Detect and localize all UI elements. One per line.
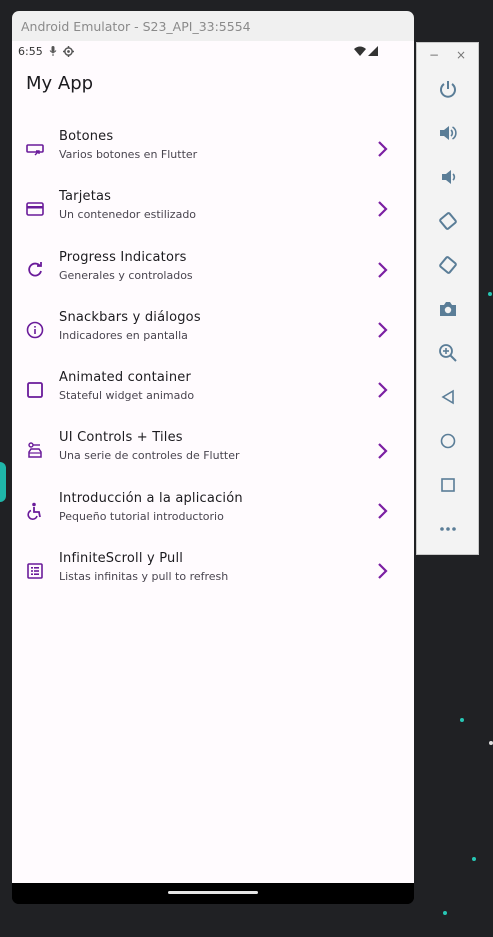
emulator-title-bar[interactable]: Android Emulator - S23_API_33:5554 bbox=[12, 11, 414, 41]
tile-subtitle: Una serie de controles de Flutter bbox=[59, 449, 240, 463]
tile-subtitle: Generales y controlados bbox=[59, 268, 193, 282]
chevron-right-icon bbox=[376, 381, 390, 399]
tile-title: Animated container bbox=[59, 370, 192, 386]
input-icon bbox=[26, 140, 44, 158]
back-button[interactable] bbox=[436, 385, 460, 409]
tile-title: Snackbars y diálogos bbox=[59, 309, 201, 325]
tile-title: Botones bbox=[59, 129, 114, 144]
background-dot bbox=[460, 718, 464, 722]
status-time: 6:55 bbox=[18, 44, 43, 58]
more-button[interactable] bbox=[436, 517, 460, 541]
app-bar-title: My App bbox=[26, 73, 94, 94]
info-icon bbox=[26, 321, 44, 339]
zoom-button[interactable] bbox=[436, 341, 460, 365]
tile-subtitle: Stateful widget animado bbox=[59, 389, 195, 403]
device-screen: 6:55 My App Botones Varios botones en Fl… bbox=[12, 41, 414, 883]
list-tile-botones[interactable]: Botones Varios botones en Flutter bbox=[12, 119, 414, 179]
navigation-bar bbox=[12, 883, 414, 904]
rotate-left-icon bbox=[437, 210, 459, 232]
car-rental-icon bbox=[26, 441, 44, 460]
list-tile-progress-indicators[interactable]: Progress Indicators Generales y controla… bbox=[12, 240, 414, 300]
overview-square-icon bbox=[440, 477, 456, 493]
home-button[interactable] bbox=[436, 429, 460, 453]
overview-button[interactable] bbox=[436, 473, 460, 497]
check-box-outline-icon bbox=[26, 381, 44, 399]
chevron-right-icon bbox=[376, 261, 390, 279]
list-tile-animated-container[interactable]: Animated container Stateful widget anima… bbox=[12, 360, 414, 420]
tile-title: Tarjetas bbox=[59, 189, 112, 205]
emulator-window: Android Emulator - S23_API_33:5554 6:55 bbox=[12, 11, 414, 904]
power-button[interactable] bbox=[436, 77, 460, 101]
signal-icon bbox=[368, 46, 378, 56]
wifi-icon bbox=[354, 46, 366, 56]
list-tile-infinite-scroll[interactable]: InfiniteScroll y Pull Listas infinitas y… bbox=[12, 541, 414, 601]
volume-down-button[interactable] bbox=[436, 165, 460, 189]
tile-subtitle: Indicadores en pantalla bbox=[59, 328, 188, 342]
rotate-right-button[interactable] bbox=[436, 253, 460, 277]
list-tile-introduccion[interactable]: Introducción a la aplicación Pequeño tut… bbox=[12, 481, 414, 541]
tile-title: InfiniteScroll y Pull bbox=[59, 551, 184, 567]
settings-icon bbox=[62, 45, 74, 57]
volume-up-button[interactable] bbox=[436, 121, 460, 145]
tile-subtitle: Pequeño tutorial introductorio bbox=[59, 509, 224, 523]
back-triangle-icon bbox=[440, 389, 456, 405]
power-icon bbox=[438, 79, 458, 99]
tile-subtitle: Un contenedor estilizado bbox=[59, 208, 197, 222]
credit-card-icon bbox=[26, 200, 44, 218]
home-circle-icon bbox=[440, 433, 456, 449]
mic-icon bbox=[49, 46, 57, 56]
chevron-right-icon bbox=[376, 502, 390, 520]
more-horiz-icon bbox=[439, 526, 457, 532]
chevron-right-icon bbox=[376, 140, 390, 158]
rotate-left-button[interactable] bbox=[436, 209, 460, 233]
minimize-button[interactable]: − bbox=[429, 49, 439, 61]
list-tile-ui-controls[interactable]: UI Controls + Tiles Una serie de control… bbox=[12, 420, 414, 480]
tile-title: Progress Indicators bbox=[59, 249, 187, 265]
tile-subtitle: Varios botones en Flutter bbox=[59, 148, 198, 161]
background-dot bbox=[443, 911, 447, 915]
background-dot bbox=[489, 741, 493, 745]
accessible-icon bbox=[26, 502, 44, 520]
chevron-right-icon bbox=[376, 200, 390, 218]
chevron-right-icon bbox=[376, 562, 390, 580]
home-gesture-handle[interactable] bbox=[168, 891, 258, 894]
chevron-right-icon bbox=[376, 321, 390, 339]
volume-up-icon bbox=[438, 123, 458, 143]
chevron-right-icon bbox=[376, 442, 390, 460]
menu-list: Botones Varios botones en Flutter Tarjet… bbox=[12, 119, 414, 601]
emulator-side-panel: − × bbox=[416, 42, 479, 555]
tile-title: Introducción a la aplicación bbox=[59, 490, 243, 506]
volume-down-icon bbox=[438, 167, 458, 187]
camera-icon bbox=[438, 300, 458, 318]
zoom-in-icon bbox=[438, 343, 458, 363]
list-tile-tarjetas[interactable]: Tarjetas Un contenedor estilizado bbox=[12, 179, 414, 239]
background-dot bbox=[488, 292, 492, 296]
tile-subtitle: Listas infinitas y pull to refresh bbox=[59, 570, 229, 584]
rotate-right-icon bbox=[437, 254, 459, 276]
refresh-icon bbox=[26, 261, 44, 279]
window-title: Android Emulator - S23_API_33:5554 bbox=[21, 18, 251, 34]
background-decoration bbox=[0, 462, 6, 502]
close-button[interactable]: × bbox=[456, 49, 466, 61]
tile-title: UI Controls + Tiles bbox=[59, 430, 183, 446]
list-alt-icon bbox=[26, 562, 44, 580]
background-dot bbox=[472, 857, 476, 861]
list-tile-snackbars[interactable]: Snackbars y diálogos Indicadores en pant… bbox=[12, 300, 414, 360]
screenshot-button[interactable] bbox=[436, 297, 460, 321]
status-bar: 6:55 bbox=[12, 41, 414, 61]
